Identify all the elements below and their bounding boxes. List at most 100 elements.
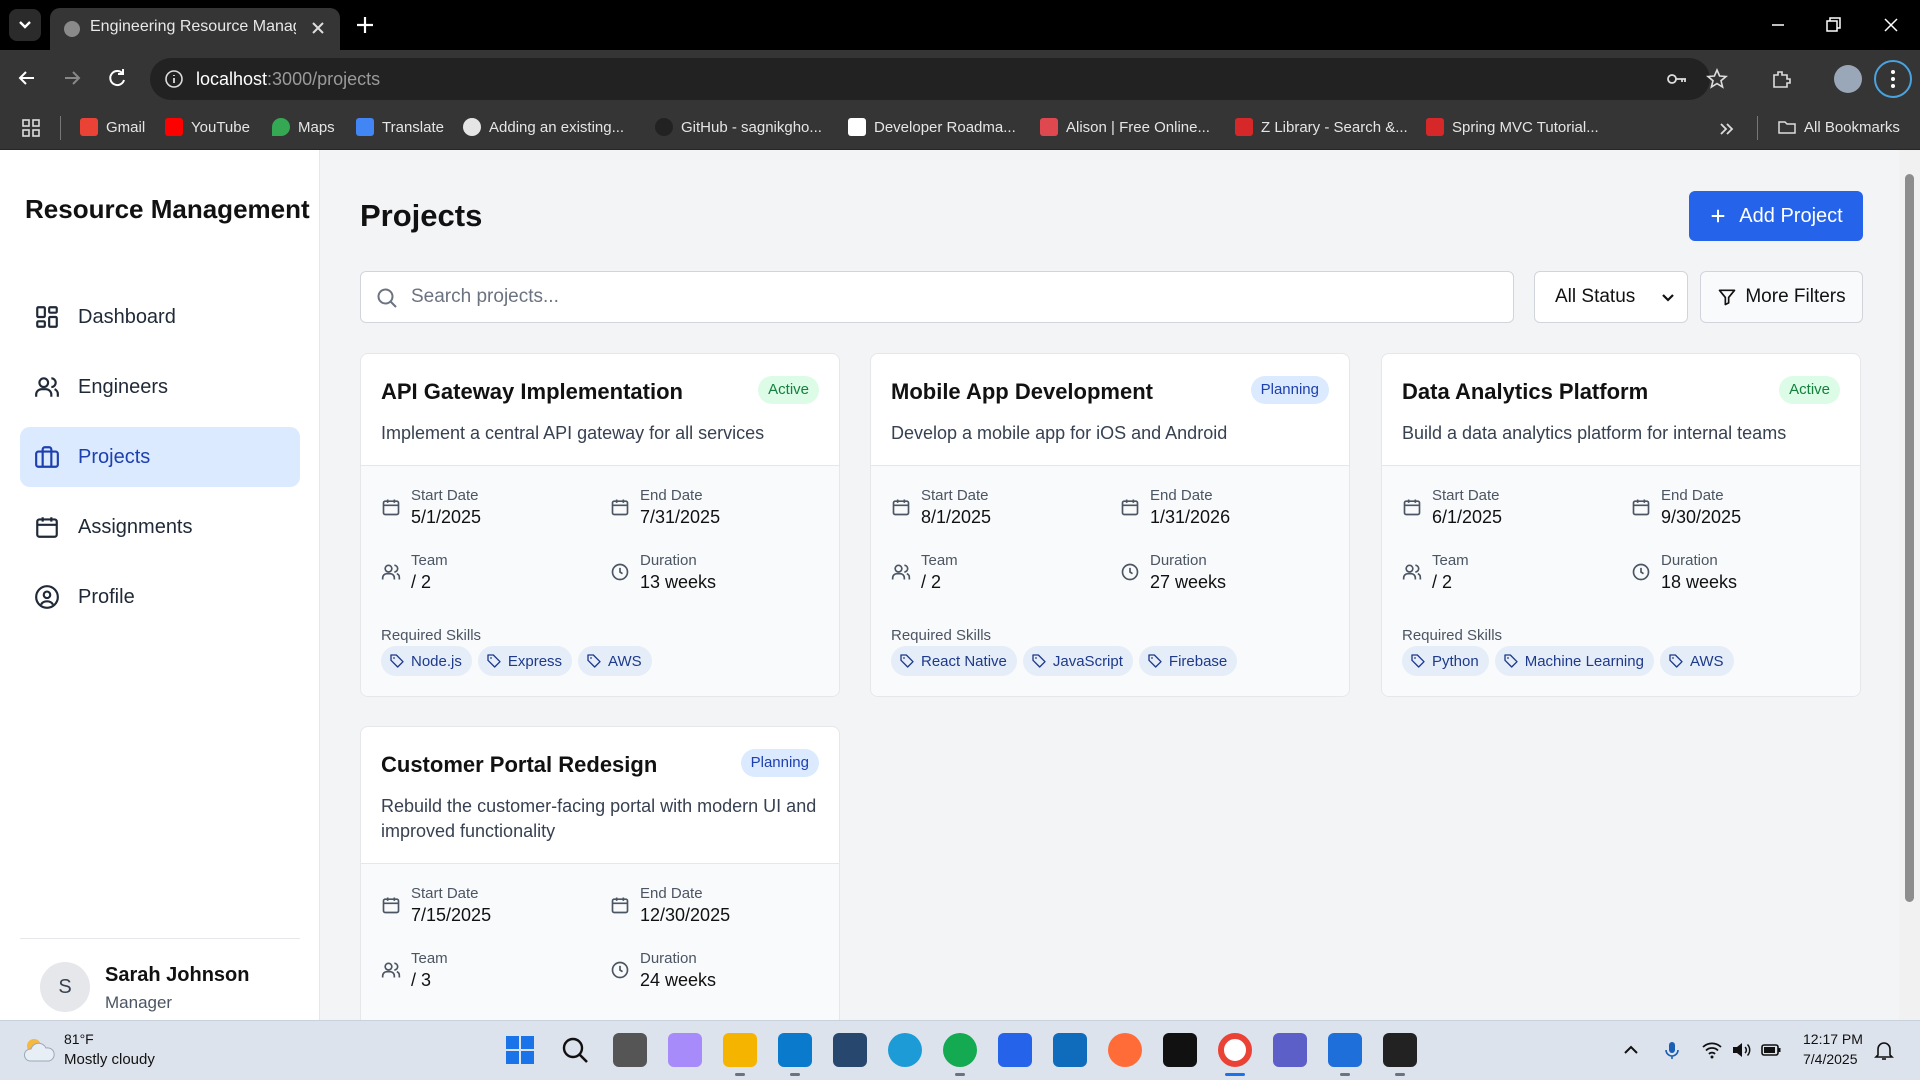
notion-icon[interactable] [1163,1033,1197,1067]
search-input[interactable] [411,282,1491,312]
browser-menu-button[interactable] [1874,60,1912,98]
bookmark-translate[interactable]: Translate [356,118,444,136]
volume-icon[interactable] [1730,1039,1752,1061]
bookmark-developer-roadmap[interactable]: Developer Roadma... [848,118,1016,136]
battery-icon[interactable] [1760,1039,1782,1061]
plus-icon [1711,209,1725,223]
user-circle-icon [35,585,59,609]
task-view-icon[interactable] [613,1033,647,1067]
outlook-icon[interactable] [1053,1033,1087,1067]
github-icon [463,118,481,136]
bookmark-adding-existing[interactable]: Adding an existing... [463,118,624,136]
project-description: Rebuild the customer-facing portal with … [381,796,817,841]
workbench-icon[interactable] [833,1033,867,1067]
scrollbar-thumb[interactable] [1905,174,1914,902]
wifi-icon[interactable] [1701,1039,1723,1061]
skill-chip: Python [1402,646,1489,676]
bookmark-github[interactable]: GitHub - sagnikgho... [655,118,822,136]
project-title: Data Analytics Platform [1402,379,1649,404]
windows-start-icon[interactable] [503,1033,537,1067]
profile-avatar[interactable] [1834,65,1862,93]
bookmark-gmail[interactable]: Gmail [80,118,145,136]
minimize-icon[interactable] [1763,10,1793,40]
search-icon [377,288,397,308]
team-label: Team [1432,552,1469,569]
bookmarks-bar: Gmail YouTube Maps Translate Adding an e… [0,106,1920,150]
bookmark-alison[interactable]: Alison | Free Online... [1040,118,1210,136]
site-info-icon[interactable] [164,69,184,89]
close-icon[interactable] [306,16,330,40]
new-tab-icon[interactable] [352,12,378,38]
search-icon[interactable] [558,1033,592,1067]
microphone-icon[interactable] [1661,1039,1683,1061]
project-card-header: Mobile App Development Planning Develop … [871,354,1349,466]
maps-icon [272,118,290,136]
file-explorer-icon[interactable] [723,1033,757,1067]
bookmark-maps[interactable]: Maps [272,118,335,136]
bookmark-zlibrary[interactable]: Z Library - Search &... [1235,118,1408,136]
project-card[interactable]: Customer Portal Redesign Planning Rebuil… [360,726,840,1020]
sidebar-item-label: Projects [78,445,151,468]
chrome-icon[interactable] [1218,1033,1252,1067]
sidebar-item-label: Assignments [78,515,193,538]
browser-tab-active[interactable]: Engineering Resource Managem [50,8,340,50]
back-icon[interactable] [12,63,42,93]
address-bar[interactable]: localhost:3000/projects [150,58,1710,100]
clock-date[interactable]: 7/4/2025 [1803,1051,1858,1067]
sidebar: Resource Management Dashboard Engineers … [0,150,320,1020]
vscode-icon[interactable] [778,1033,812,1067]
clock-time[interactable]: 12:17 PM [1803,1031,1863,1047]
skill-chip: Firebase [1138,646,1238,676]
terminal-icon[interactable] [1383,1033,1417,1067]
skill-chip: Machine Learning [1494,646,1654,676]
bookmark-youtube[interactable]: YouTube [165,118,250,136]
edge-icon[interactable] [888,1033,922,1067]
store-icon[interactable] [998,1033,1032,1067]
calendar-icon [892,499,910,516]
password-key-icon[interactable] [1665,67,1689,91]
postman-icon[interactable] [1108,1033,1142,1067]
copilot-icon[interactable] [668,1033,702,1067]
teams-icon[interactable] [1273,1033,1307,1067]
sidebar-item-dashboard[interactable]: Dashboard [20,287,300,347]
calendar-icon [382,499,400,516]
bookmark-spring-mvc[interactable]: Spring MVC Tutorial... [1426,118,1599,136]
status-filter-select[interactable]: All Status [1534,271,1688,323]
sidebar-item-profile[interactable]: Profile [20,567,300,627]
project-card[interactable]: Data Analytics Platform Active Build a d… [1381,353,1861,697]
chevron-double-right-icon[interactable] [1718,120,1736,138]
project-card-body: Start Date 7/15/2025 End Date 12/30/2025… [361,864,839,1020]
forward-icon[interactable] [57,63,87,93]
notification-bell-icon[interactable] [1873,1039,1895,1061]
restore-icon[interactable] [1818,10,1848,40]
project-card[interactable]: API Gateway Implementation Active Implem… [360,353,840,697]
extensions-icon[interactable] [1769,67,1793,91]
all-bookmarks[interactable]: All Bookmarks [1778,118,1900,136]
project-card[interactable]: Mobile App Development Planning Develop … [870,353,1350,697]
user-avatar[interactable]: S [40,962,90,1012]
sidebar-item-engineers[interactable]: Engineers [20,357,300,417]
apps-grid-icon[interactable] [22,119,40,137]
tab-search-button[interactable] [9,9,41,41]
sidebar-item-projects[interactable]: Projects [20,427,300,487]
mongodb-icon[interactable] [943,1033,977,1067]
duration-value: 18 weeks [1661,572,1738,592]
skill-chip: AWS [1659,646,1734,676]
calendar-icon [611,499,629,516]
more-filters-button[interactable]: More Filters [1700,271,1863,323]
calendar-icon [36,517,58,538]
chevron-down-icon [19,21,31,29]
window-close-icon[interactable] [1876,10,1906,40]
end-date-value: 1/31/2026 [1150,507,1231,527]
add-project-button[interactable]: Add Project [1689,191,1863,241]
start-date-label: Start Date [411,487,479,504]
page-scrollbar[interactable] [1899,150,1920,1020]
cloudy-weather-icon[interactable] [22,1035,56,1065]
url-path: :3000/projects [267,69,381,89]
bookmark-star-icon[interactable] [1705,67,1729,91]
chevron-up-icon[interactable] [1620,1039,1642,1061]
reload-icon[interactable] [102,63,132,93]
users-icon [1402,564,1422,580]
sidebar-item-assignments[interactable]: Assignments [20,497,300,557]
notepad-icon[interactable] [1328,1033,1362,1067]
